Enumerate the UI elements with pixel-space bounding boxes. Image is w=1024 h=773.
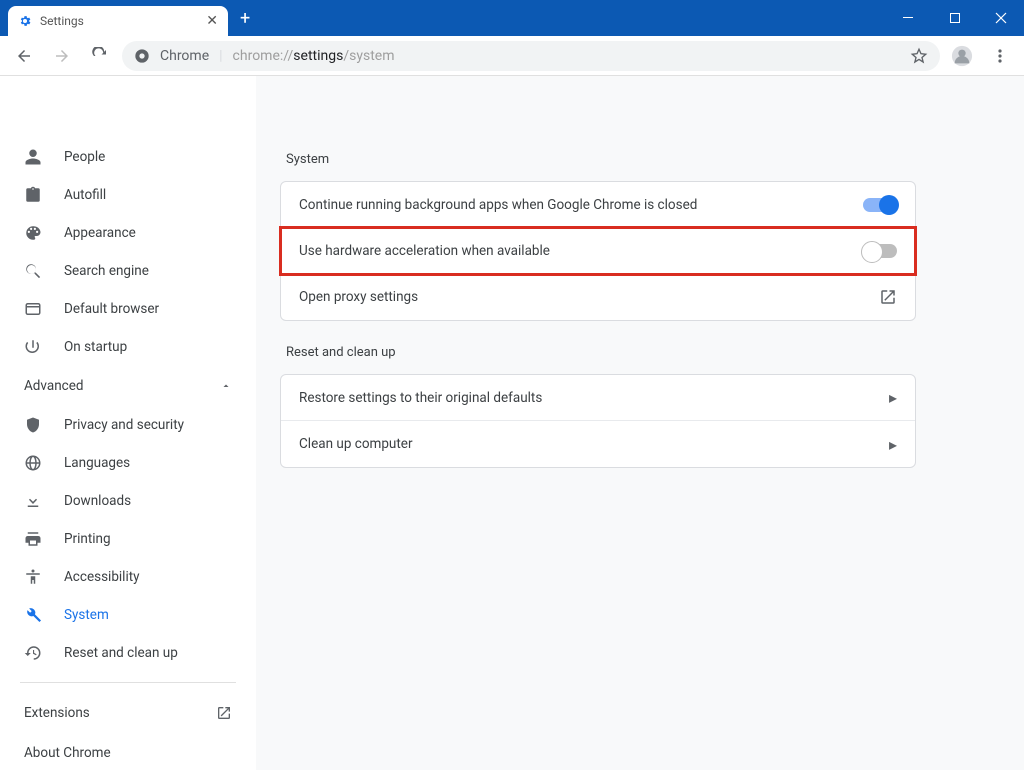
browser-tab[interactable]: Settings ✕ [8,6,228,36]
shield-icon [24,416,42,434]
section-title-reset: Reset and clean up [286,345,916,360]
reload-button[interactable] [84,40,116,72]
sidebar-item-printing[interactable]: Printing [0,520,256,558]
row-restore-defaults[interactable]: Restore settings to their original defau… [281,375,915,421]
person-icon [24,148,42,166]
chevron-up-icon [220,380,232,392]
row-clean-up[interactable]: Clean up computer ▸ [281,421,915,467]
address-bar[interactable]: Chrome | chrome://settings/system [122,41,940,71]
bookmark-star-icon[interactable] [910,47,928,65]
open-external-icon [216,705,232,721]
accessibility-icon [24,568,42,586]
toolbar: Chrome | chrome://settings/system [0,36,1024,76]
chrome-icon [134,48,150,64]
close-tab-icon[interactable]: ✕ [206,13,218,29]
search-icon [24,262,42,280]
sidebar-item-accessibility[interactable]: Accessibility [0,558,256,596]
sidebar-item-default-browser[interactable]: Default browser [0,290,256,328]
sidebar-divider [20,682,236,683]
sidebar-item-autofill[interactable]: Autofill [0,176,256,214]
window-controls [886,0,1024,36]
sidebar-item-on-startup[interactable]: On startup [0,328,256,366]
window-titlebar: Settings ✕ + [0,0,1024,36]
power-icon [24,338,42,356]
system-card: Continue running background apps when Go… [280,181,916,321]
open-external-icon [879,288,897,306]
omnibox-chrome-label: Chrome [160,48,209,64]
sidebar-item-privacy[interactable]: Privacy and security [0,406,256,444]
row-proxy-settings[interactable]: Open proxy settings [281,274,915,320]
settings-content: System Continue running background apps … [256,76,1024,770]
row-hardware-acceleration[interactable]: Use hardware acceleration when available [281,228,915,274]
reset-card: Restore settings to their original defau… [280,374,916,468]
palette-icon [24,224,42,242]
sidebar-item-search-engine[interactable]: Search engine [0,252,256,290]
printer-icon [24,530,42,548]
download-icon [24,492,42,510]
wrench-icon [24,606,42,624]
sidebar-item-languages[interactable]: Languages [0,444,256,482]
new-tab-button[interactable]: + [228,8,262,29]
back-button[interactable] [8,40,40,72]
browser-icon [24,300,42,318]
omnibox-url: chrome://settings/system [233,48,395,64]
toggle-hardware-acceleration[interactable] [863,244,897,258]
chevron-right-icon: ▸ [889,388,897,407]
sidebar-item-system[interactable]: System [0,596,256,634]
toggle-background-apps[interactable] [863,198,897,212]
forward-button[interactable] [46,40,78,72]
sidebar-item-extensions[interactable]: Extensions [0,693,256,733]
clipboard-icon [24,186,42,204]
sidebar-item-appearance[interactable]: Appearance [0,214,256,252]
sidebar-item-about[interactable]: About Chrome [0,733,256,773]
minimize-button[interactable] [886,0,932,36]
sidebar-advanced-toggle[interactable]: Advanced [0,366,256,406]
restore-icon [24,644,42,662]
globe-icon [24,454,42,472]
close-window-button[interactable] [978,0,1024,36]
menu-button[interactable] [984,40,1016,72]
profile-avatar[interactable] [946,40,978,72]
sidebar-item-people[interactable]: People [0,138,256,176]
row-background-apps[interactable]: Continue running background apps when Go… [281,182,915,228]
section-title-system: System [286,152,916,167]
chevron-right-icon: ▸ [889,435,897,454]
settings-sidebar: People Autofill Appearance Search engine… [0,76,256,770]
gear-icon [18,14,32,28]
sidebar-item-downloads[interactable]: Downloads [0,482,256,520]
tab-title: Settings [40,14,84,28]
sidebar-item-reset[interactable]: Reset and clean up [0,634,256,672]
maximize-button[interactable] [932,0,978,36]
